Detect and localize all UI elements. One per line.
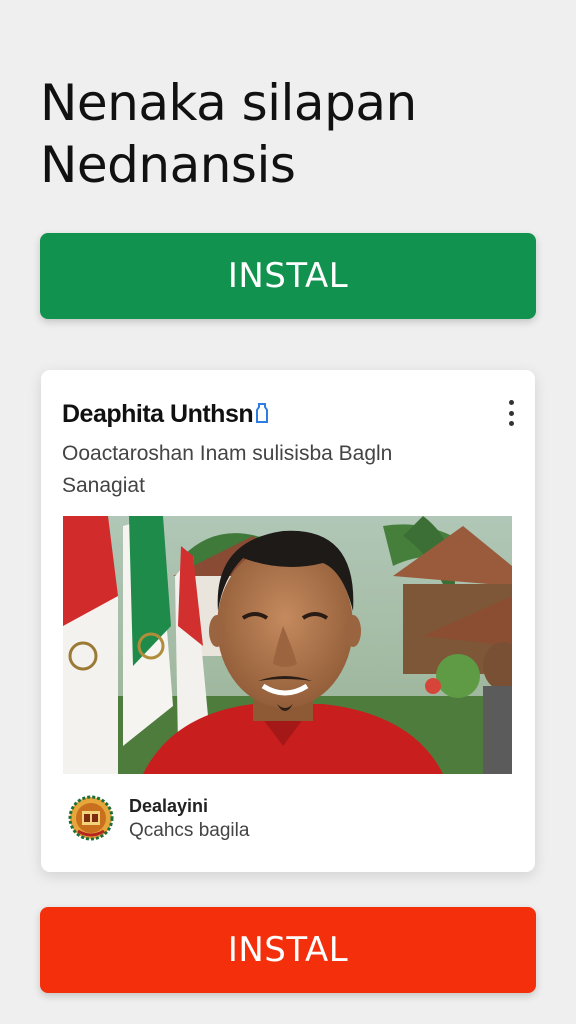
headline-line1: Nenaka silapan [40, 74, 417, 132]
verified-icon [255, 402, 269, 431]
headline: Nenaka silapan Nednansis [40, 72, 540, 196]
install-button-top[interactable]: INSTAL [40, 233, 536, 319]
ad-card[interactable]: Deaphita Unthsn Ooactaroshan Inam sulisi… [41, 370, 535, 872]
card-description-line1: Ooactaroshan Inam sulisisba Bagln [62, 442, 393, 465]
advertiser-logo [68, 795, 114, 841]
ad-photo[interactable] [63, 516, 512, 774]
card-description-line2: Sanagiat [62, 474, 145, 497]
card-description: Ooactaroshan Inam sulisisba Bagln Sanagi… [62, 438, 502, 502]
card-title-row: Deaphita Unthsn [62, 400, 269, 431]
advertiser-subtitle: Qcahcs bagila [129, 820, 250, 841]
card-title: Deaphita Unthsn [62, 400, 254, 428]
advertiser-name: Dealayini [129, 796, 209, 816]
more-vert-icon[interactable] [505, 398, 517, 428]
ad-photo-illustration [63, 516, 512, 774]
headline-line2: Nednansis [40, 136, 296, 194]
install-button-bottom[interactable]: INSTAL [40, 907, 536, 993]
